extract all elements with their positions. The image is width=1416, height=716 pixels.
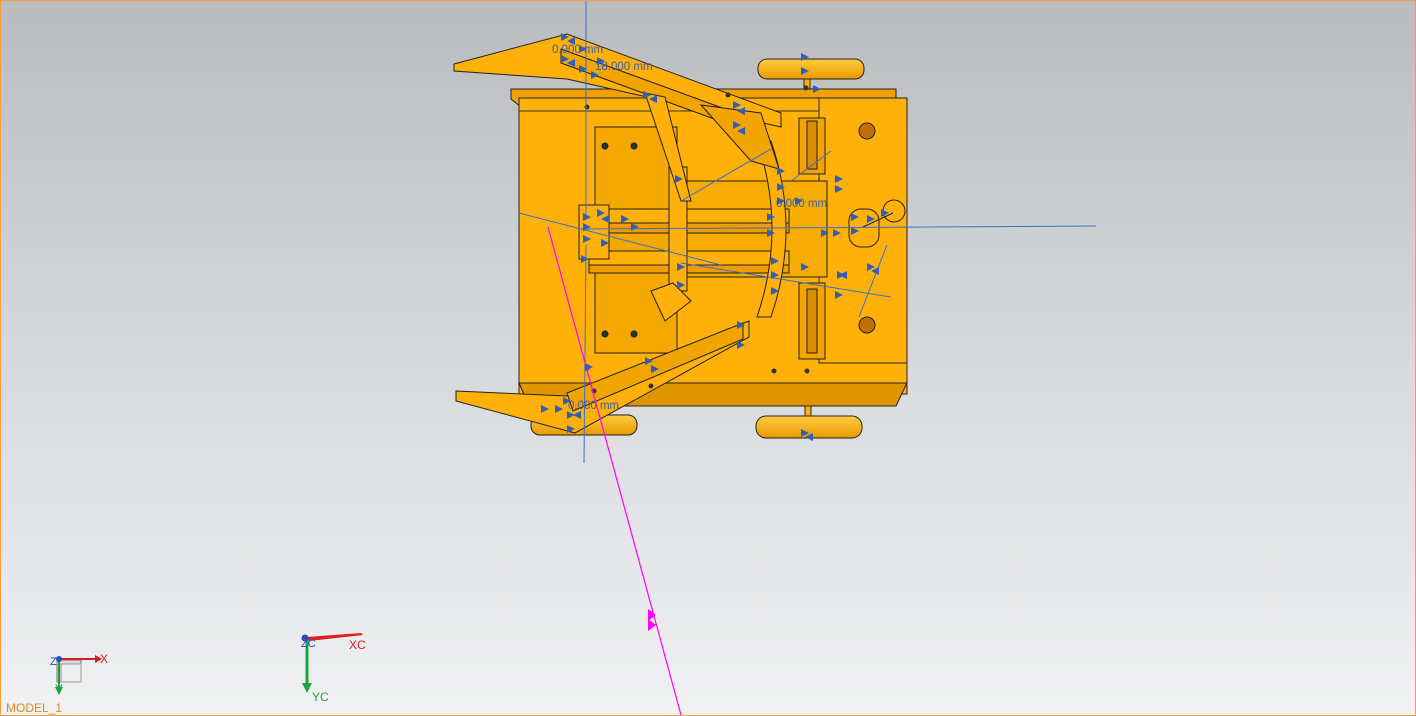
dimension-label-1[interactable]: 0.000 mm	[552, 44, 603, 56]
dimension-label-2[interactable]: 18.000 mm	[595, 61, 653, 73]
model-viewport[interactable]	[1, 1, 1415, 715]
model-name: MODEL_1	[6, 701, 63, 715]
absolute-y-label: Y	[55, 682, 64, 696]
wcs-z-label: ZC	[301, 638, 316, 650]
wcs-x-label: XC	[349, 638, 366, 652]
dimension-label-3[interactable]: 0.000 mm	[776, 198, 827, 210]
graphics-window[interactable]: 0.000 mm 18.000 mm 0.000 mm 0.000 mm X Z…	[0, 0, 1416, 716]
absolute-x-label: X	[100, 652, 109, 666]
dimension-label-4[interactable]: 0.000 mm	[568, 400, 619, 412]
wcs-y-label: YC	[312, 690, 329, 704]
absolute-z-label: Z	[50, 656, 57, 668]
wheel-bottom-right[interactable]	[755, 400, 863, 439]
